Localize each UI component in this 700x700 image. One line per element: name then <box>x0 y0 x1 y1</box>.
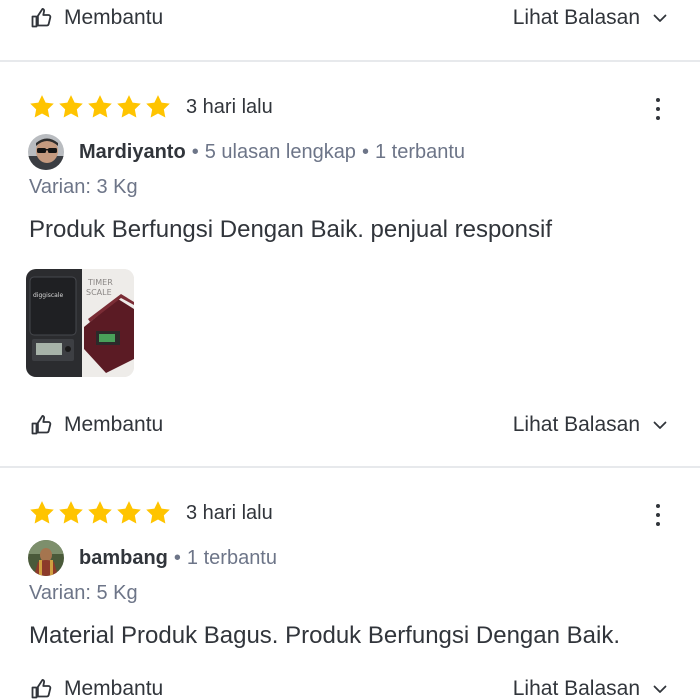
review-count[interactable]: 5 ulasan lengkap <box>205 141 356 164</box>
star-icon <box>144 93 172 121</box>
review-time: 3 hari lalu <box>186 501 273 524</box>
star-icon <box>28 93 56 121</box>
reviews-page: Membantu Lihat Balasan 3 hari lalu Mardi… <box>0 0 700 700</box>
helpful-button[interactable]: Membantu <box>30 6 163 30</box>
rating-row: 3 hari lalu <box>28 498 273 528</box>
review-text: Material Produk Bagus. Produk Berfungsi … <box>29 622 620 649</box>
star-rating <box>28 93 172 121</box>
see-replies-label: Lihat Balasan <box>512 677 640 700</box>
avatar[interactable] <box>28 134 64 170</box>
rating-row: 3 hari lalu <box>28 92 273 122</box>
see-replies-button[interactable]: Lihat Balasan <box>513 677 668 700</box>
chevron-down-icon <box>652 417 668 433</box>
helpful-button[interactable]: Membantu <box>30 413 163 437</box>
reviewer-row: Mardiyanto • 5 ulasan lengkap • 1 terban… <box>28 134 465 170</box>
star-icon <box>86 93 114 121</box>
svg-text:SCALE: SCALE <box>86 288 112 297</box>
divider <box>0 466 700 468</box>
product-variant: Varian: 3 Kg <box>29 176 138 198</box>
more-vertical-icon <box>656 98 660 102</box>
see-replies-label: Lihat Balasan <box>512 413 640 436</box>
see-replies-button[interactable]: Lihat Balasan <box>513 413 668 437</box>
star-icon <box>57 499 85 527</box>
product-variant: Varian: 5 Kg <box>29 582 138 604</box>
star-icon <box>115 93 143 121</box>
star-icon <box>57 93 85 121</box>
helpful-count: 1 terbantu <box>374 140 466 163</box>
thumbs-up-icon <box>30 413 54 437</box>
thumbs-up-icon <box>30 677 54 700</box>
svg-text:diggiscale: diggiscale <box>33 292 64 299</box>
thumbs-up-icon <box>30 6 54 30</box>
star-icon <box>28 499 56 527</box>
see-replies-button[interactable]: Lihat Balasan <box>513 6 668 30</box>
review-actions: Membantu Lihat Balasan <box>0 669 700 700</box>
helpful-label: Membantu <box>64 413 164 436</box>
review-text: Produk Berfungsi Dengan Baik. penjual re… <box>29 216 552 243</box>
review-card: 3 hari lalu Mardiyanto • 5 ulasan lengka… <box>0 92 700 462</box>
star-icon <box>115 499 143 527</box>
chevron-down-icon <box>652 681 668 697</box>
reviewer-name[interactable]: bambang <box>79 547 168 570</box>
reviewer-row: bambang • 1 terbantu <box>28 540 277 576</box>
star-icon <box>144 499 172 527</box>
chevron-down-icon <box>652 10 668 26</box>
svg-text:TIMER: TIMER <box>87 278 113 287</box>
see-replies-label: Lihat Balasan <box>512 6 640 29</box>
helpful-label: Membantu <box>64 677 164 700</box>
divider <box>0 60 700 62</box>
review-time: 3 hari lalu <box>186 95 273 118</box>
review-photo[interactable]: diggiscale TIMER SCALE <box>26 269 134 377</box>
star-icon <box>86 499 114 527</box>
previous-review-actions: Membantu Lihat Balasan <box>0 0 700 38</box>
more-options-button[interactable] <box>646 500 670 530</box>
helpful-label: Membantu <box>64 6 164 29</box>
review-card: 3 hari lalu bambang • 1 terbantu Varian:… <box>0 498 700 700</box>
helpful-button[interactable]: Membantu <box>30 677 163 700</box>
helpful-count: 1 terbantu <box>186 546 277 569</box>
more-options-button[interactable] <box>646 94 670 124</box>
reviewer-name[interactable]: Mardiyanto <box>79 141 186 164</box>
review-actions: Membantu Lihat Balasan <box>0 405 700 445</box>
more-vertical-icon <box>656 504 660 508</box>
avatar[interactable] <box>28 540 64 576</box>
star-rating <box>28 499 172 527</box>
